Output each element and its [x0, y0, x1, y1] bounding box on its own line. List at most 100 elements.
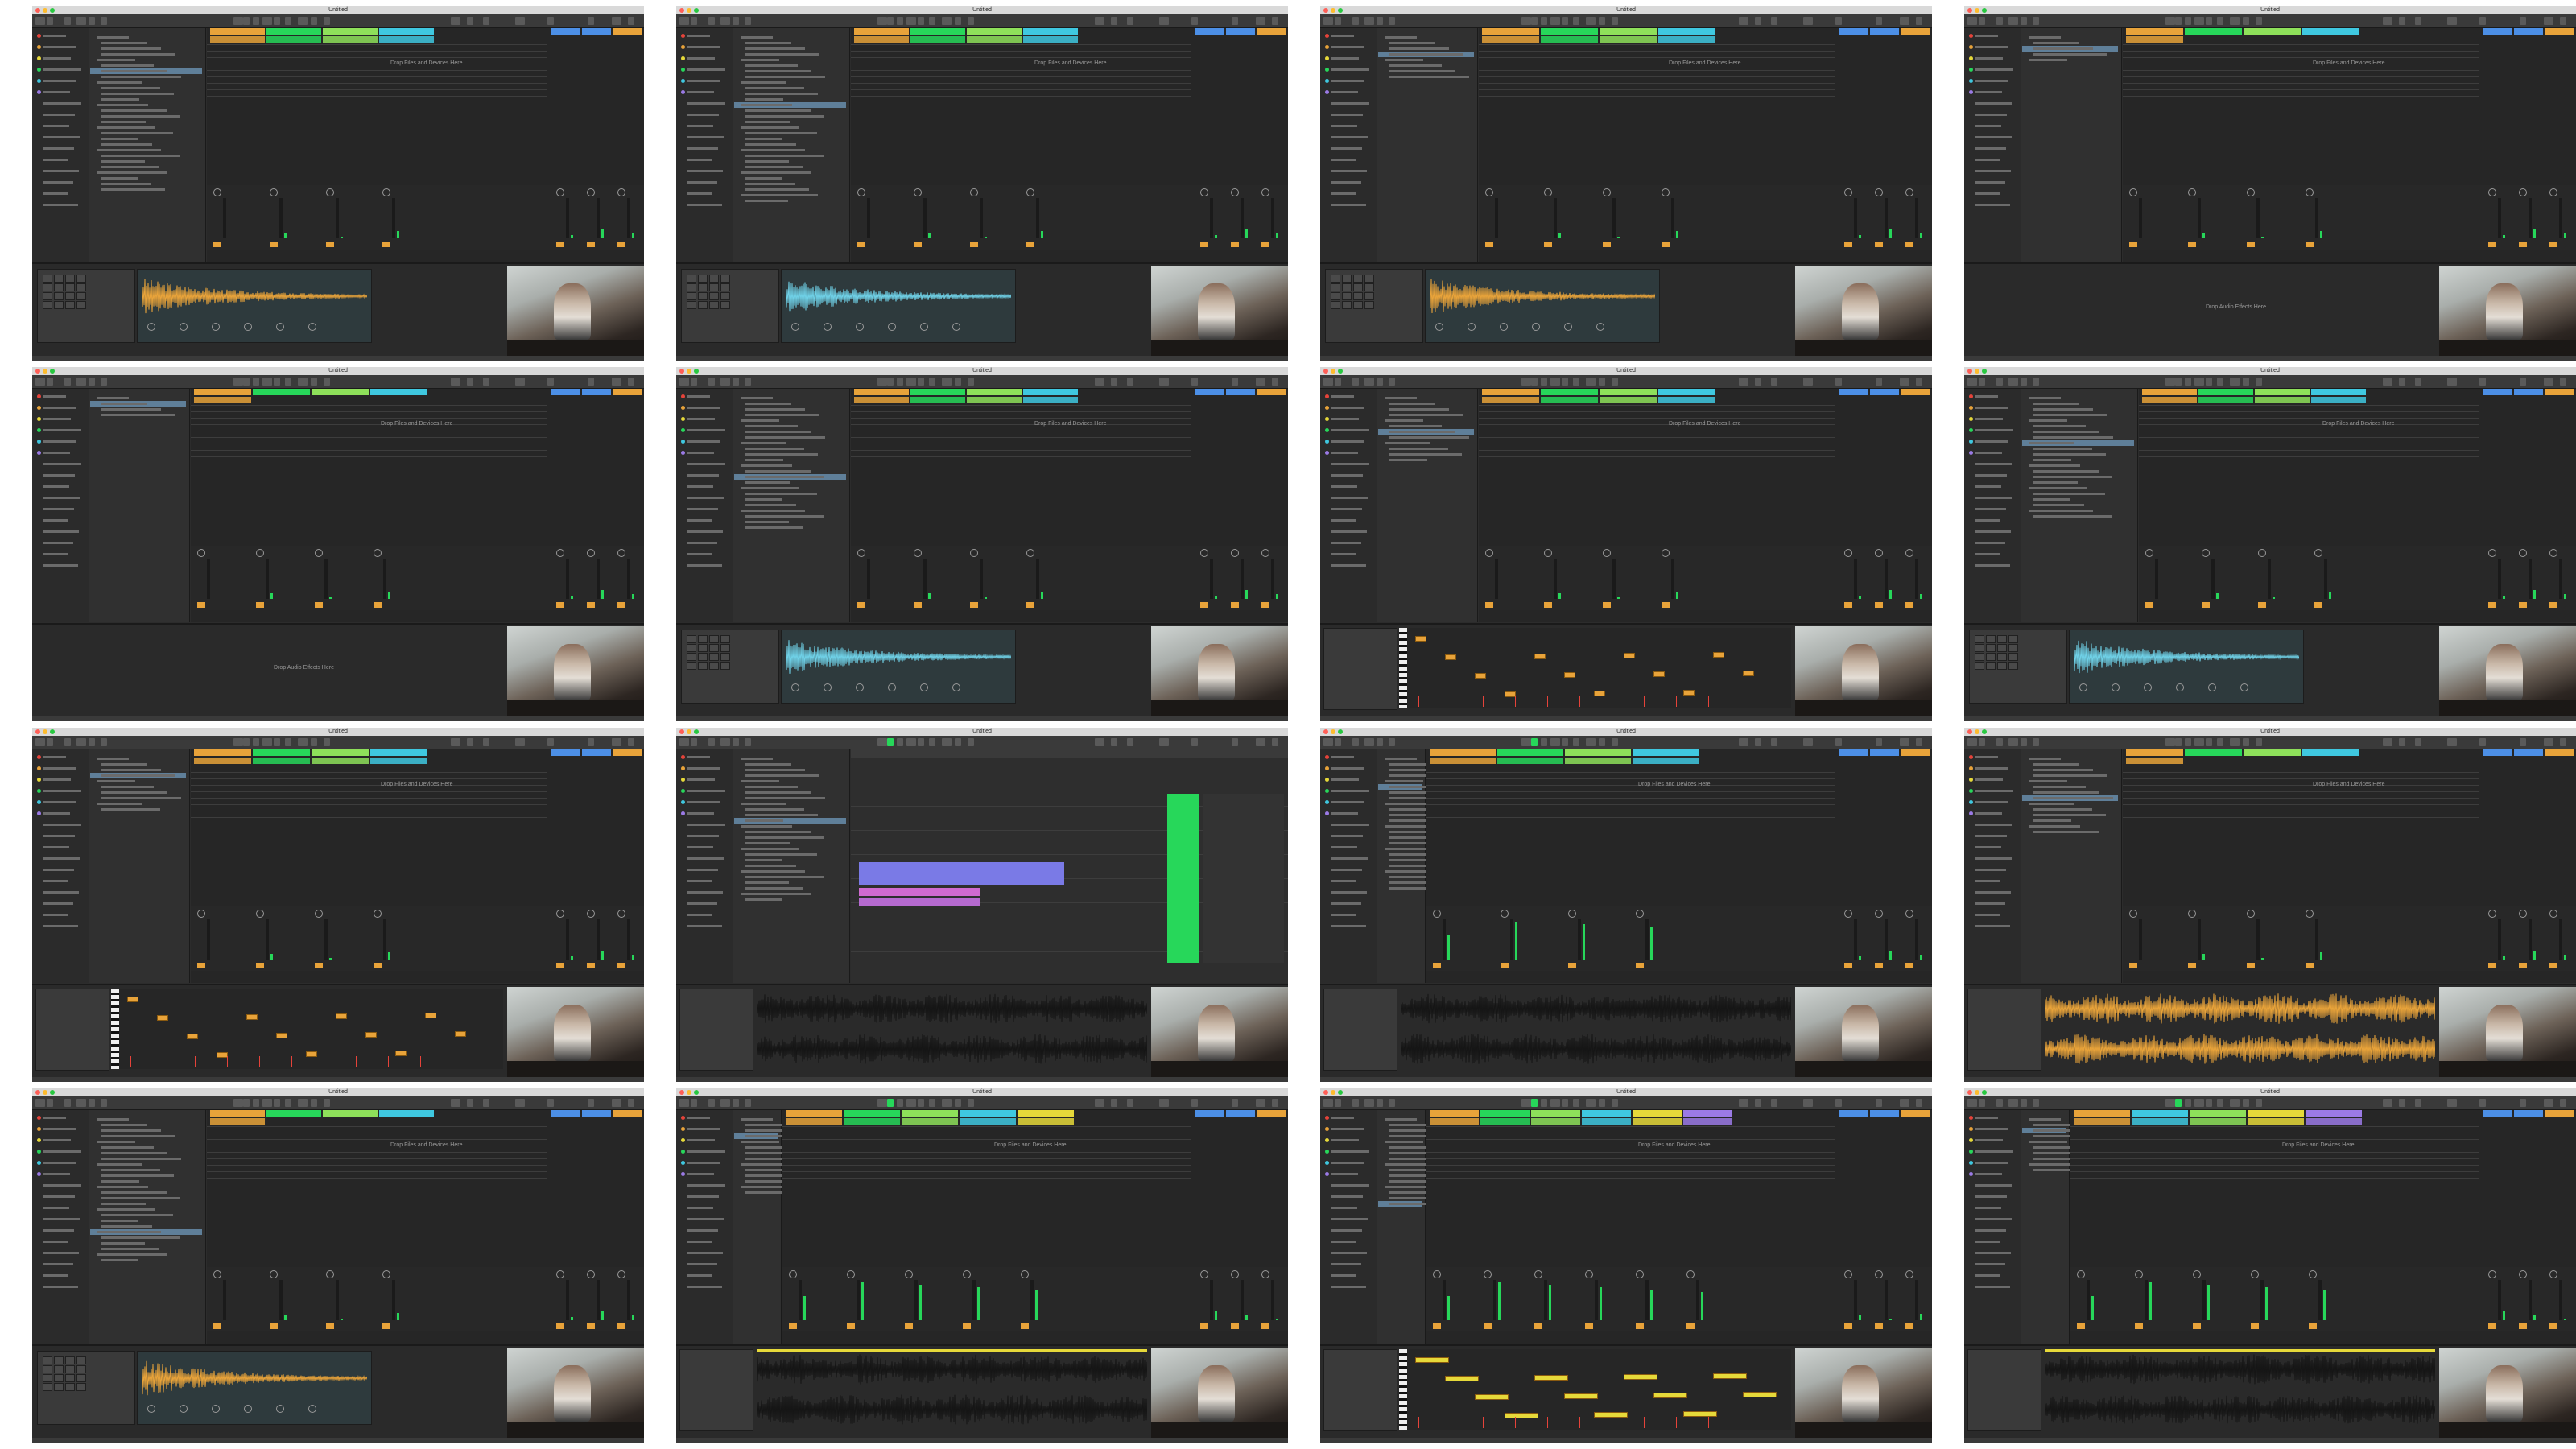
device-knob[interactable]: [824, 683, 832, 691]
pan-knob[interactable]: [2258, 549, 2266, 557]
transport-control-17-button[interactable]: [1127, 1099, 1133, 1107]
return-track-header[interactable]: [2483, 28, 2512, 35]
transport-control-15-button[interactable]: [2383, 17, 2392, 25]
transport-control-21-button[interactable]: [1256, 1099, 1265, 1107]
transport-control-6-button[interactable]: [233, 378, 243, 386]
track-activator-button[interactable]: [1905, 242, 1913, 247]
volume-fader[interactable]: [1671, 198, 1674, 238]
transport-control-18-button[interactable]: [2447, 738, 2457, 746]
browser-category-item[interactable]: [1331, 35, 1354, 37]
browser-file-item[interactable]: [745, 115, 824, 118]
transport-control-5-button[interactable]: [2033, 1099, 2039, 1107]
midi-note[interactable]: [1624, 1374, 1657, 1380]
clip-slot-cyan[interactable]: [960, 1118, 1016, 1125]
transport-control-20-button[interactable]: [1232, 738, 1238, 746]
track-activator-button[interactable]: [382, 1323, 390, 1329]
device-knob[interactable]: [1596, 323, 1604, 331]
transport-control-9-button[interactable]: [262, 738, 272, 746]
track-header-cyan[interactable]: [1023, 28, 1078, 35]
sample-waveform[interactable]: [142, 276, 367, 316]
drum-pad[interactable]: [1997, 662, 2007, 670]
browser-file-item[interactable]: [2033, 47, 2093, 50]
browser-file-item[interactable]: [2033, 831, 2099, 833]
browser-file-item[interactable]: [2033, 42, 2079, 44]
track-activator-button[interactable]: [857, 242, 865, 247]
pan-knob[interactable]: [1485, 188, 1493, 196]
volume-fader[interactable]: [2315, 198, 2318, 238]
track-activator-button[interactable]: [1501, 963, 1509, 968]
volume-fader[interactable]: [2087, 1280, 2090, 1320]
browser-file-item[interactable]: [1389, 408, 1449, 411]
return-track-header[interactable]: [2545, 28, 2574, 35]
track-activator-button[interactable]: [197, 602, 205, 608]
transport-control-3-button[interactable]: [76, 1099, 86, 1107]
browser-category-item[interactable]: [687, 801, 720, 803]
browser-category-item[interactable]: [1331, 192, 1356, 195]
track-activator-button[interactable]: [2258, 602, 2266, 608]
browser-category-item[interactable]: [1331, 790, 1369, 792]
track-activator-button[interactable]: [1484, 1323, 1492, 1329]
browser-file-item[interactable]: [101, 1203, 146, 1205]
browser-file-item[interactable]: [101, 1129, 161, 1132]
browser-category-item[interactable]: [43, 1263, 73, 1265]
transport-control-19-button[interactable]: [1835, 1099, 1842, 1107]
transport-control-9-button[interactable]: [2194, 378, 2204, 386]
clip-slot-green[interactable]: [1497, 758, 1563, 764]
midi-note[interactable]: [276, 1033, 287, 1038]
transport-control-20-button[interactable]: [1876, 738, 1882, 746]
transport-control-18-button[interactable]: [515, 1099, 525, 1107]
browser-file-item[interactable]: [101, 774, 175, 777]
browser-file-item[interactable]: [2033, 414, 2107, 416]
transport-control-1-button[interactable]: [1335, 17, 1341, 25]
browser-category-item[interactable]: [1975, 508, 2006, 510]
transport-control-13-button[interactable]: [311, 378, 317, 386]
browser-file-item[interactable]: [2033, 431, 2099, 433]
arrangement-clip[interactable]: [859, 862, 1064, 885]
device-knob[interactable]: [952, 683, 960, 691]
transport-control-18-button[interactable]: [1803, 1099, 1813, 1107]
volume-fader[interactable]: [2139, 919, 2142, 960]
return-track-header[interactable]: [2483, 389, 2512, 395]
transport-control-1-button[interactable]: [47, 378, 53, 386]
browser-category-item[interactable]: [687, 497, 724, 499]
transport-control-3-button[interactable]: [2008, 1099, 2018, 1107]
browser-file-item[interactable]: [101, 160, 145, 163]
track-header-cyan[interactable]: [1582, 1110, 1631, 1117]
browser-category-item[interactable]: [1975, 1139, 2003, 1141]
pan-knob[interactable]: [1905, 549, 1913, 557]
browser-file-item[interactable]: [2029, 397, 2061, 399]
browser-file-item[interactable]: [2033, 459, 2071, 461]
midi-note[interactable]: [1534, 654, 1546, 659]
transport-control-15-button[interactable]: [1095, 738, 1104, 746]
drum-pad[interactable]: [54, 283, 64, 291]
midi-note[interactable]: [425, 1013, 436, 1018]
track-activator-button[interactable]: [1844, 1323, 1852, 1329]
transport-control-6-button[interactable]: [2165, 378, 2175, 386]
pan-knob[interactable]: [1844, 1270, 1852, 1278]
track-activator-button[interactable]: [2488, 602, 2496, 608]
drum-pad[interactable]: [720, 635, 730, 643]
browser-category-item[interactable]: [1975, 1229, 2006, 1232]
device-knob[interactable]: [276, 1405, 284, 1413]
transport-control-18-button[interactable]: [2447, 1099, 2457, 1107]
browser-file-item[interactable]: [745, 481, 790, 484]
browser-file-item[interactable]: [2029, 442, 2074, 444]
track-activator-button[interactable]: [1261, 242, 1269, 247]
volume-fader[interactable]: [1554, 198, 1557, 238]
track-activator-button[interactable]: [1433, 963, 1441, 968]
transport-control-15-button[interactable]: [451, 378, 460, 386]
transport-control-1-button[interactable]: [1979, 17, 1985, 25]
pan-knob[interactable]: [2202, 549, 2210, 557]
pan-knob[interactable]: [2193, 1270, 2201, 1278]
browser-file-item[interactable]: [1385, 803, 1430, 805]
transport-control-11-button[interactable]: [285, 378, 291, 386]
browser-category-item[interactable]: [687, 790, 725, 792]
transport-control-12-button[interactable]: [298, 17, 308, 25]
transport-control-12-button[interactable]: [942, 17, 952, 25]
drum-pad[interactable]: [687, 644, 696, 652]
transport-control-9-button[interactable]: [2194, 1099, 2204, 1107]
clip-slot-orange[interactable]: [786, 1118, 842, 1125]
browser-file-item[interactable]: [741, 758, 773, 760]
browser-category-item[interactable]: [1975, 147, 2006, 150]
track-activator-button[interactable]: [315, 963, 323, 968]
